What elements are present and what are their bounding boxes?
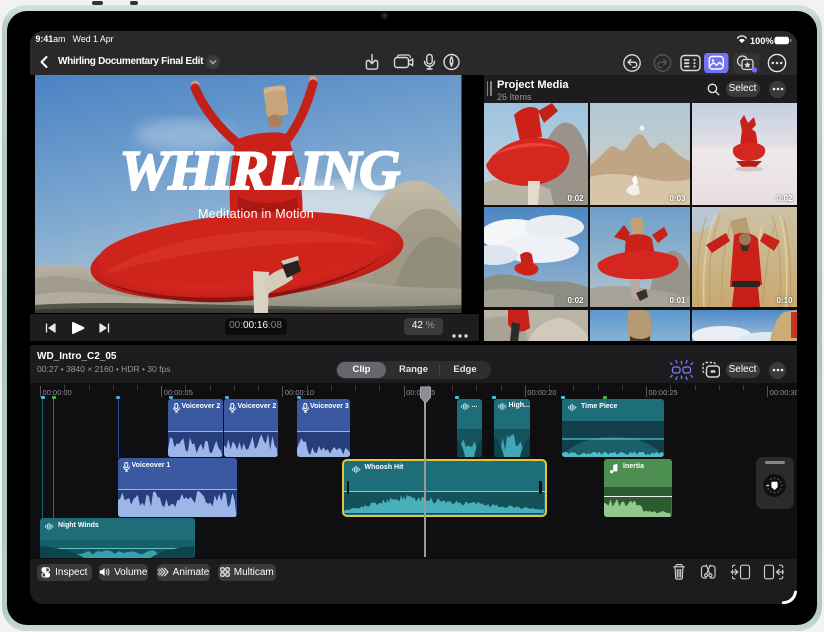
svg-text:WHIRLING: WHIRLING <box>120 140 401 201</box>
svg-text:Meditation in Motion: Meditation in Motion <box>198 207 314 221</box>
svg-text:100%: 100% <box>750 36 774 46</box>
